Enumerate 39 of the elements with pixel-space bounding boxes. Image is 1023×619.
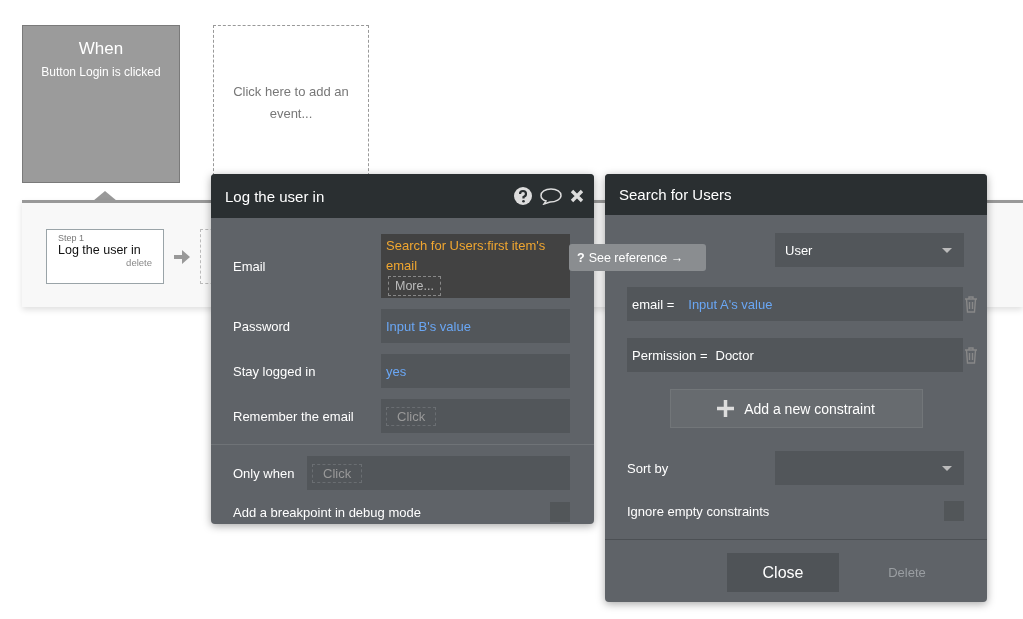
checkbox-label: Ignore empty constraints [627,503,770,519]
event-title: When [77,39,125,59]
field-label: Email [233,258,267,274]
trash-icon [964,346,978,364]
expression-field[interactable]: Click [381,399,570,433]
add-constraint-button[interactable]: Add a new constraint [669,389,923,428]
comment-icon [540,187,562,205]
field-label: Sort by [627,460,669,476]
trash-icon [964,295,978,313]
close-icon [570,189,584,203]
condition-field[interactable]: Click [307,456,570,490]
constraint-field[interactable]: Permission = Doctor [627,338,963,372]
field-label: Password [233,318,292,334]
field-label: Stay logged in [233,363,317,379]
event-card[interactable]: When Button Login is clicked [22,25,180,183]
panel-title: Search for Users [619,186,732,203]
type-dropdown[interactable]: User [775,233,964,267]
checkbox-label: Add a breakpoint in debug mode [233,504,421,520]
field-label: Remember the email [233,408,355,424]
expression-field[interactable]: Search for Users:first item's email More... [381,234,570,298]
step-card[interactable]: Step 1 Log the user in delete [46,229,164,284]
constraint-field[interactable]: email = Input A's value [627,287,963,321]
expression-field[interactable]: Input B's value [381,309,570,343]
see-reference-tooltip[interactable]: ? See reference → [569,244,706,271]
expression-field[interactable]: yes [381,354,570,388]
sort-dropdown[interactable] [775,451,964,485]
step-label: Step 1 [58,233,86,243]
close-button[interactable]: Close [727,553,839,592]
arrow-icon [174,249,190,264]
more-button[interactable]: More... [388,276,441,296]
event-description: Button Login is clicked [40,65,162,79]
delete-link[interactable]: delete [58,257,163,268]
caret-icon [942,465,952,471]
step-name: Log the user in [58,243,142,257]
panel-title: Log the user in [225,187,325,205]
help-icon [514,187,532,205]
plus-icon [717,400,735,417]
caret-icon [942,247,952,253]
field-label: Only when [233,465,296,481]
